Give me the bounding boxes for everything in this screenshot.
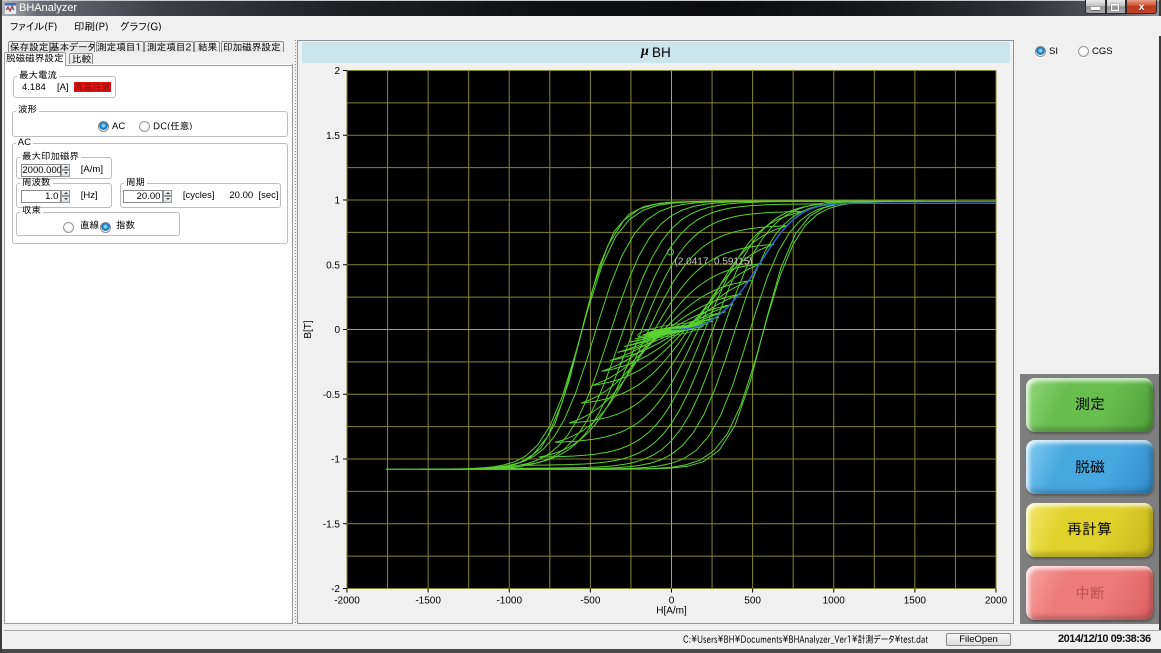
svg-text:-0.5: -0.5 (323, 390, 341, 401)
svg-text:H[A/m]: H[A/m] (656, 606, 687, 617)
svg-text:0.5: 0.5 (326, 260, 340, 271)
svg-text:-1000: -1000 (496, 596, 522, 607)
svg-text:-2000: -2000 (334, 596, 360, 607)
svg-text:(2.0417, 0.59115): (2.0417, 0.59115) (675, 257, 753, 268)
svg-text:2000: 2000 (985, 596, 1008, 607)
svg-text:1.5: 1.5 (326, 131, 340, 142)
svg-text:-2: -2 (331, 584, 340, 595)
svg-text:-1: -1 (331, 455, 340, 466)
svg-text:-1500: -1500 (415, 596, 441, 607)
svg-text:-500: -500 (580, 596, 600, 607)
svg-text:1000: 1000 (823, 596, 846, 607)
svg-text:-1.5: -1.5 (323, 519, 341, 530)
svg-text:0: 0 (334, 325, 340, 336)
svg-text:1: 1 (334, 196, 340, 207)
svg-text:500: 500 (744, 596, 761, 607)
svg-text:B[T]: B[T] (303, 320, 314, 339)
svg-text:1500: 1500 (904, 596, 927, 607)
svg-text:2: 2 (334, 66, 340, 77)
